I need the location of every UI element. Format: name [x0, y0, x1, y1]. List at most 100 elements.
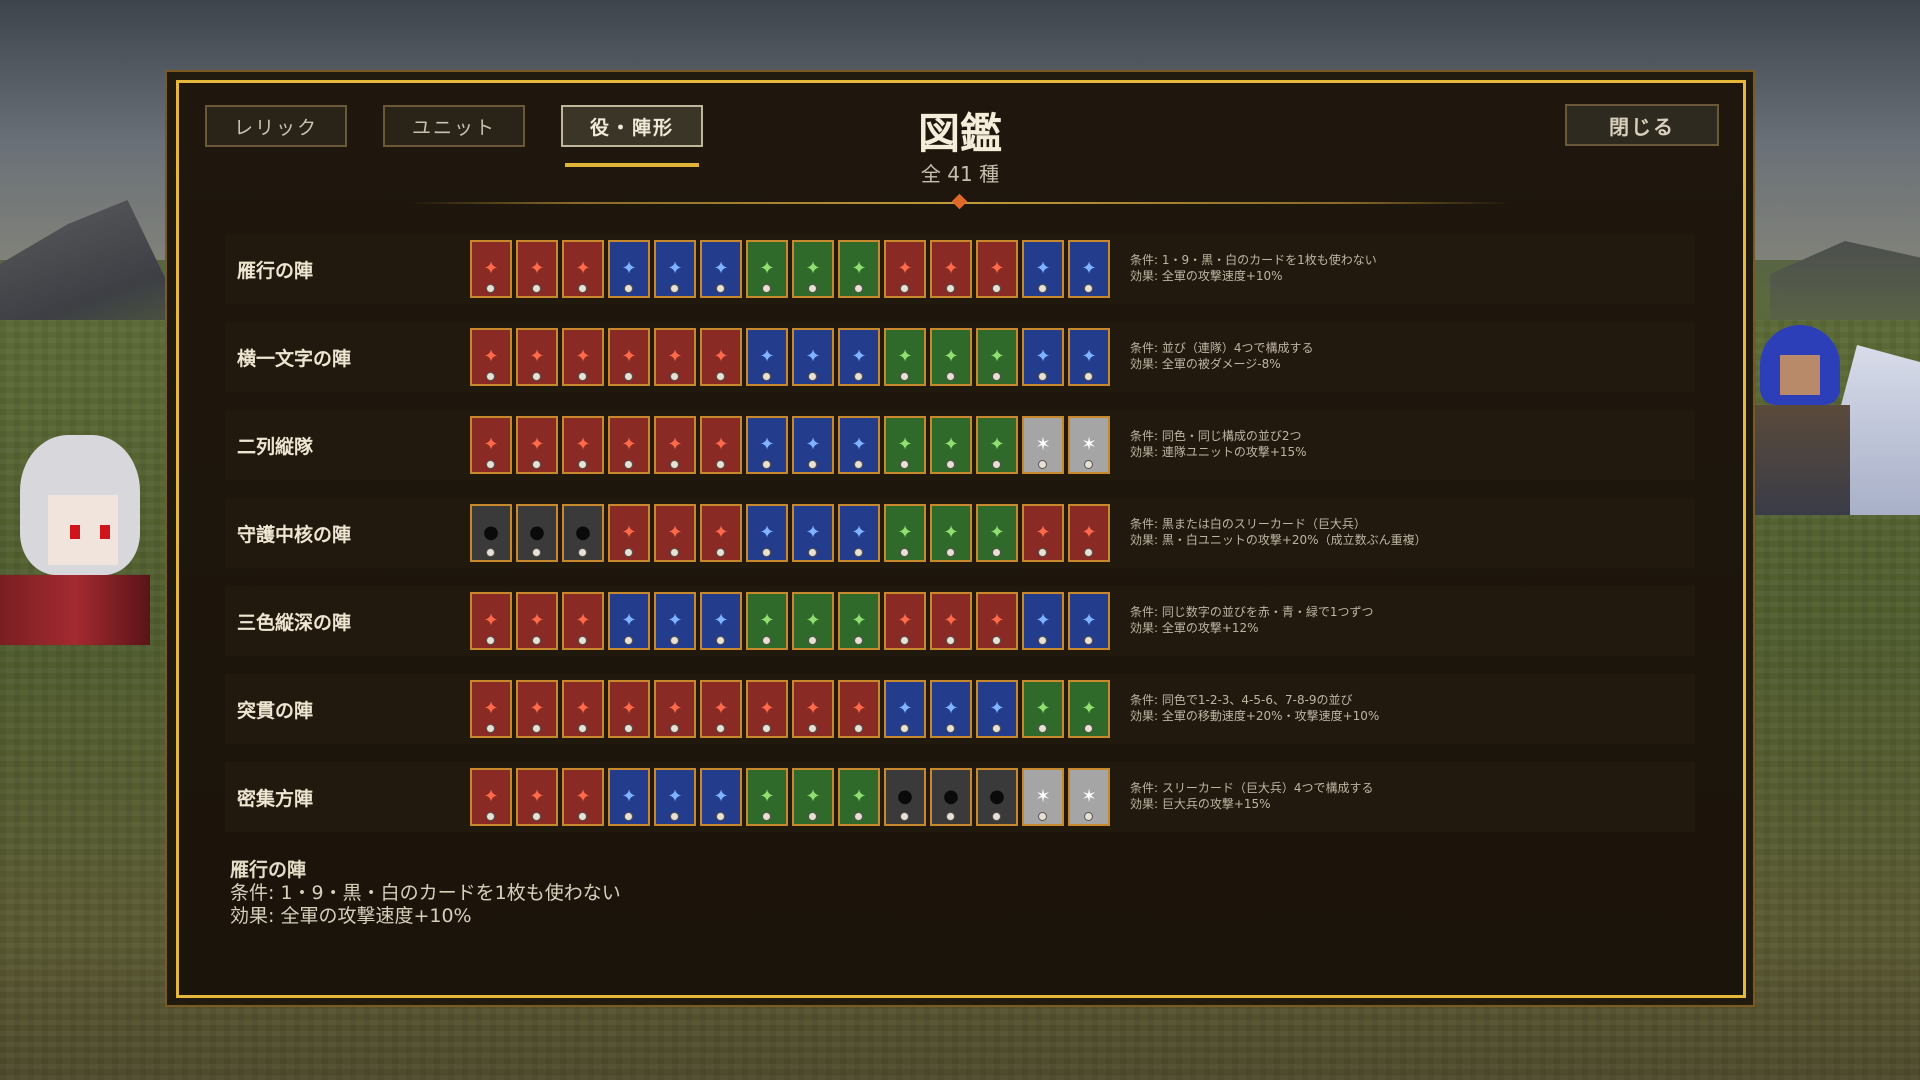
formation-row[interactable]: 雁行の陣 ✦ ✦ ✦ ✦ ✦ ✦ ✦ ✦ ✦ ✦ ✦ ✦ ✦ ✦ 条件: 1・9・黒・白のカードを1枚も使わな…	[225, 234, 1695, 304]
card-mark-icon	[1038, 548, 1047, 557]
green-card: ✦	[838, 768, 880, 826]
card-symbol-icon: ✦	[1081, 258, 1097, 279]
card-symbol-icon: ✦	[943, 434, 959, 455]
formation-row[interactable]: 守護中核の陣 ● ● ● ✦ ✦ ✦ ✦ ✦ ✦ ✦ ✦ ✦ ✦ ✦ 条件: 黒または白のスリーカード（巨大兵…	[225, 498, 1695, 568]
formation-condition: 条件: 黒または白のスリーカード（巨大兵）	[1130, 517, 1366, 531]
card-mark-icon	[992, 724, 1001, 733]
formation-effect: 効果: 全軍の攻撃+12%	[1130, 621, 1259, 635]
formation-condition: 条件: 同じ数字の並びを赤・青・緑で1つずつ	[1130, 605, 1374, 619]
card-mark-icon	[808, 372, 817, 381]
card-symbol-icon: ✦	[529, 434, 545, 455]
red-card: ✦	[1022, 504, 1064, 562]
card-symbol-icon: ●	[483, 522, 499, 543]
card-symbol-icon: ✦	[483, 610, 499, 631]
tab-unit[interactable]: ユニット	[383, 105, 525, 147]
formation-row[interactable]: 密集方陣 ✦ ✦ ✦ ✦ ✦ ✦ ✦ ✦ ✦ ● ● ● ✶ ✶ 条件: スリーカード（巨大兵）4つで構成する…	[225, 762, 1695, 832]
red-card: ✦	[516, 416, 558, 474]
card-symbol-icon: ✦	[989, 698, 1005, 719]
formation-row[interactable]: 横一文字の陣 ✦ ✦ ✦ ✦ ✦ ✦ ✦ ✦ ✦ ✦ ✦ ✦ ✦ ✦ 条件: 並び（連隊）4つで構成する 効果:…	[225, 322, 1695, 392]
red-card: ✦	[746, 680, 788, 738]
card-mark-icon	[486, 460, 495, 469]
card-symbol-icon: ✦	[943, 258, 959, 279]
formation-effect: 効果: 全軍の移動速度+20%・攻撃速度+10%	[1130, 709, 1380, 723]
red-card: ✦	[562, 328, 604, 386]
red-card: ✦	[562, 416, 604, 474]
card-symbol-icon: ✦	[529, 786, 545, 807]
card-symbol-icon: ✦	[529, 610, 545, 631]
card-symbol-icon: ✦	[713, 698, 729, 719]
card-mark-icon	[578, 724, 587, 733]
card-mark-icon	[578, 284, 587, 293]
card-mark-icon	[486, 812, 495, 821]
card-symbol-icon: ✦	[943, 698, 959, 719]
green-card: ✦	[746, 592, 788, 650]
card-mark-icon	[900, 812, 909, 821]
card-mark-icon	[854, 724, 863, 733]
formation-description: 条件: 同じ数字の並びを赤・青・緑で1つずつ 効果: 全軍の攻撃+12%	[1130, 604, 1374, 636]
formation-description: 条件: スリーカード（巨大兵）4つで構成する 効果: 巨大兵の攻撃+15%	[1130, 780, 1374, 812]
blue-card: ✦	[654, 240, 696, 298]
formation-cards: ✦ ✦ ✦ ✦ ✦ ✦ ✦ ✦ ✦ ● ● ● ✶ ✶	[470, 768, 1110, 826]
card-mark-icon	[1038, 636, 1047, 645]
blue-card: ✦	[654, 592, 696, 650]
red-card: ✦	[562, 680, 604, 738]
red-card: ✦	[470, 240, 512, 298]
tab-formation[interactable]: 役・陣形	[561, 105, 703, 147]
card-mark-icon	[992, 284, 1001, 293]
card-symbol-icon: ✦	[989, 522, 1005, 543]
red-card: ✦	[792, 680, 834, 738]
card-symbol-icon: ✦	[575, 434, 591, 455]
white-card: ✶	[1068, 768, 1110, 826]
red-card: ✦	[470, 328, 512, 386]
card-mark-icon	[946, 636, 955, 645]
card-symbol-icon: ✦	[667, 786, 683, 807]
card-mark-icon	[900, 372, 909, 381]
card-mark-icon	[1038, 460, 1047, 469]
card-mark-icon	[1038, 724, 1047, 733]
formation-row[interactable]: 三色縦深の陣 ✦ ✦ ✦ ✦ ✦ ✦ ✦ ✦ ✦ ✦ ✦ ✦ ✦ ✦ 条件: 同じ数字の並びを赤・青・緑で1つ…	[225, 586, 1695, 656]
card-symbol-icon: ✦	[805, 610, 821, 631]
card-symbol-icon: ✦	[1081, 346, 1097, 367]
card-symbol-icon: ✦	[713, 258, 729, 279]
blue-card: ✦	[654, 768, 696, 826]
card-symbol-icon: ✦	[1035, 610, 1051, 631]
blue-card: ✦	[838, 504, 880, 562]
card-mark-icon	[900, 284, 909, 293]
card-symbol-icon: ✦	[805, 346, 821, 367]
card-mark-icon	[1084, 548, 1093, 557]
formation-row[interactable]: 突貫の陣 ✦ ✦ ✦ ✦ ✦ ✦ ✦ ✦ ✦ ✦ ✦ ✦ ✦ ✦ 条件: 同色で1-2-3、4-5-6、7-8…	[225, 674, 1695, 744]
card-symbol-icon: ✦	[805, 434, 821, 455]
card-symbol-icon: ✦	[713, 610, 729, 631]
red-card: ✦	[516, 240, 558, 298]
formation-row[interactable]: 二列縦隊 ✦ ✦ ✦ ✦ ✦ ✦ ✦ ✦ ✦ ✦ ✦ ✦ ✶ ✶ 条件: 同色・同じ構成の並び2つ 効果: 連隊…	[225, 410, 1695, 480]
red-card: ✦	[608, 680, 650, 738]
blue-card: ✦	[608, 592, 650, 650]
card-mark-icon	[716, 460, 725, 469]
card-symbol-icon: ✦	[989, 610, 1005, 631]
card-symbol-icon: ✦	[483, 346, 499, 367]
close-button[interactable]: 閉じる	[1565, 104, 1719, 146]
red-card: ✦	[654, 416, 696, 474]
green-card: ✦	[976, 328, 1018, 386]
red-card: ✦	[562, 240, 604, 298]
active-tab-indicator	[565, 163, 699, 167]
card-mark-icon	[624, 724, 633, 733]
card-mark-icon	[1084, 636, 1093, 645]
card-symbol-icon: ✦	[575, 698, 591, 719]
card-symbol-icon: ✦	[805, 522, 821, 543]
red-card: ✦	[976, 592, 1018, 650]
green-card: ✦	[884, 504, 926, 562]
formation-condition: 条件: 同色・同じ構成の並び2つ	[1130, 429, 1302, 443]
red-card: ✦	[884, 240, 926, 298]
blue-card: ✦	[792, 416, 834, 474]
card-mark-icon	[808, 548, 817, 557]
card-mark-icon	[946, 372, 955, 381]
formation-effect: 効果: 巨大兵の攻撃+15%	[1130, 797, 1271, 811]
card-mark-icon	[486, 636, 495, 645]
blue-card: ✦	[838, 416, 880, 474]
card-symbol-icon: ✦	[483, 698, 499, 719]
card-mark-icon	[808, 460, 817, 469]
tab-relic[interactable]: レリック	[205, 105, 347, 147]
card-mark-icon	[992, 812, 1001, 821]
card-mark-icon	[716, 548, 725, 557]
